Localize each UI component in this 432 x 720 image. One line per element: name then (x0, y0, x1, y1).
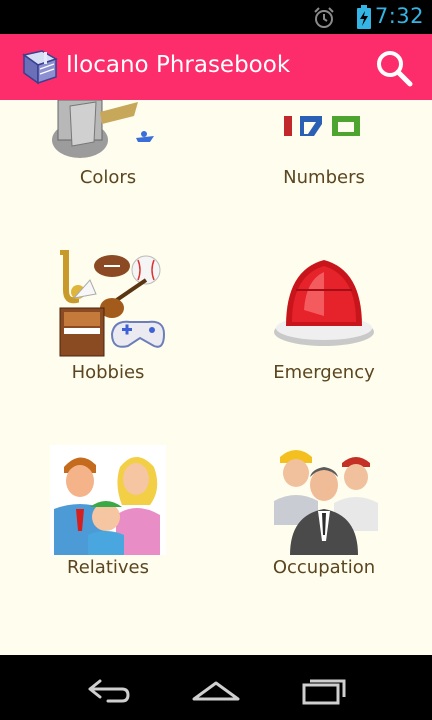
numbers-icon (266, 100, 382, 140)
category-grid: Colors Numbers Hobbies Emergency Relativ… (0, 100, 432, 655)
category-label: Numbers (283, 167, 365, 188)
battery-charging-icon (357, 5, 371, 29)
phrasebook-book-icon[interactable] (20, 49, 58, 85)
category-label: Hobbies (71, 362, 145, 383)
status-bar: 7:32 (0, 0, 432, 34)
hobbies-icon (59, 250, 166, 357)
alarm-icon (314, 7, 334, 28)
relatives-family-icon (50, 445, 166, 555)
category-colors[interactable]: Colors (0, 100, 216, 190)
app-title: Ilocano Phrasebook (66, 52, 291, 78)
category-occupation[interactable]: Occupation (216, 445, 432, 635)
system-nav-bar (0, 655, 432, 720)
recent-apps-icon[interactable] (294, 669, 354, 709)
home-icon[interactable] (186, 669, 246, 709)
category-label: Colors (79, 167, 137, 188)
status-clock: 7:32 (374, 4, 424, 28)
category-relatives[interactable]: Relatives (0, 445, 216, 635)
action-bar: Ilocano Phrasebook (0, 34, 432, 100)
occupation-workers-icon (274, 450, 378, 555)
colors-paint-icon (50, 100, 166, 162)
category-label: Occupation (272, 557, 376, 578)
category-label: Relatives (67, 557, 149, 578)
emergency-siren-icon (274, 260, 374, 346)
category-hobbies[interactable]: Hobbies (0, 250, 216, 440)
category-numbers[interactable]: Numbers (216, 100, 432, 190)
search-icon[interactable] (372, 46, 416, 90)
back-icon[interactable] (78, 669, 138, 709)
category-label: Emergency (273, 362, 375, 383)
category-emergency[interactable]: Emergency (216, 250, 432, 440)
